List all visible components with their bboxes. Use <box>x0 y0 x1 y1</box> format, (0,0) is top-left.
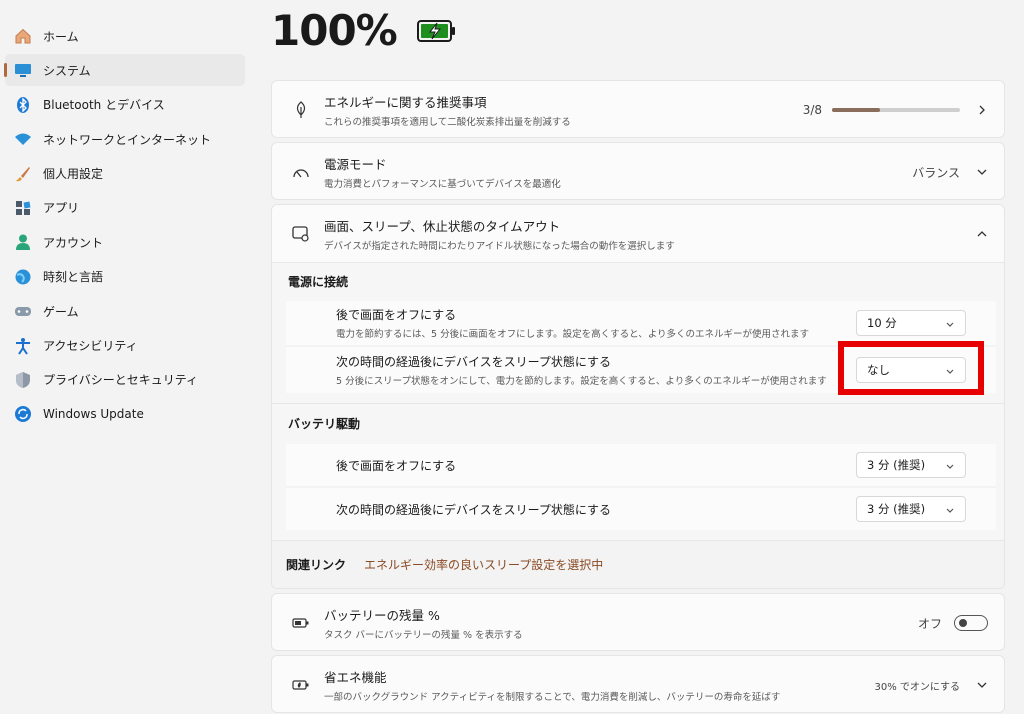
timeout-body: 電源に接続 後で画面をオフにする 電力を節約するには、5 分後に画面をオフにしま… <box>272 263 1004 540</box>
plugged-screen-off-dropdown[interactable]: 10 分 <box>856 310 966 336</box>
highlight-box <box>838 341 984 395</box>
saver-title: 省エネ機能 <box>324 670 387 685</box>
battery-sleep-title: 次の時間の経過後にデバイスをスリープ状態にする <box>336 502 612 517</box>
energy-desc: これらの推奨事項を適用して二酸化炭素排出量を削減する <box>324 117 571 128</box>
battery-screen-off-dropdown[interactable]: 3 分 (推奨) <box>856 452 966 478</box>
power-mode-card[interactable]: 電源モード 電力消費とパフォーマンスに基づいてデバイスを最適化 バランス <box>271 142 1005 200</box>
power-mode-value[interactable]: バランス <box>912 164 960 181</box>
related-links: 関連リンク エネルギー効率の良いスリープ設定を選択中 <box>272 540 1004 588</box>
related-links-label: 関連リンク <box>286 558 347 572</box>
sidebar-item-personalization[interactable]: 個人用設定 <box>5 158 245 190</box>
plugged-screen-off-row: 後で画面をオフにする 電力を節約するには、5 分後に画面をオフにします。設定を高… <box>286 301 996 345</box>
sidebar-item-bluetooth[interactable]: Bluetooth とデバイス <box>5 89 245 121</box>
power-mode-desc: 電力消費とパフォーマンスに基づいてデバイスを最適化 <box>324 179 561 190</box>
battery-saver-icon <box>290 674 312 696</box>
battery-pct-desc: タスク バーにバッテリーの残量 % を表示する <box>324 630 523 641</box>
sidebar-item-system[interactable]: システム <box>4 54 245 87</box>
energy-progress-label: 3/8 <box>802 103 822 117</box>
timeout-title: 画面、スリープ、休止状態のタイムアウト <box>324 218 561 234</box>
battery-pct-toggle[interactable] <box>954 615 988 631</box>
accessibility-icon <box>13 336 33 356</box>
battery-percent: 100% <box>271 6 398 55</box>
sidebar-item-label: Bluetooth とデバイス <box>43 98 165 113</box>
energy-title: エネルギーに関する推奨事項 <box>324 95 487 110</box>
timeout-desc: デバイスが指定された時間にわたりアイドル状態になった場合の動作を選択します <box>324 240 675 252</box>
timeout-card: 画面、スリープ、休止状態のタイムアウト デバイスが指定された時間にわたりアイドル… <box>271 204 1005 589</box>
sidebar-item-accounts[interactable]: アカウント <box>5 226 245 258</box>
system-icon <box>13 60 33 80</box>
sidebar-item-label: 個人用設定 <box>43 167 104 182</box>
chevron-down-icon <box>945 318 955 328</box>
sidebar-item-network[interactable]: ネットワークとインターネット <box>5 123 245 155</box>
saver-desc: 一部のバックグラウンド アクティビティを制限することで、電力消費を削減し、バッテ… <box>324 692 781 703</box>
leaf-icon <box>290 99 312 121</box>
battery-sleep-dropdown[interactable]: 3 分 (推奨) <box>856 496 966 522</box>
chevron-down-icon <box>976 679 988 691</box>
dropdown-value: 3 分 (推奨) <box>867 502 926 516</box>
plugged-sleep-desc: 5 分後にスリープ状態をオンにして、電力を節約します。設定を高くすると、より多く… <box>336 376 827 387</box>
shield-icon <box>13 370 33 390</box>
chevron-down-icon <box>976 166 988 178</box>
sidebar-item-label: ホーム <box>43 29 79 44</box>
saver-value: 30% でオンにする <box>874 681 960 693</box>
sidebar-item-windows-update[interactable]: Windows Update <box>5 398 245 430</box>
battery-charging-icon <box>416 19 457 47</box>
gamepad-icon <box>13 301 33 321</box>
plugged-screen-off-title: 後で画面をオフにする <box>336 308 457 322</box>
sidebar-item-label: ネットワークとインターネット <box>43 132 212 147</box>
plugged-sleep-title: 次の時間の経過後にデバイスをスリープ状態にする <box>336 355 612 369</box>
sidebar-item-label: アカウント <box>43 235 104 250</box>
battery-sleep-row: 次の時間の経過後にデバイスをスリープ状態にする 3 分 (推奨) <box>286 488 996 530</box>
screen-sleep-icon <box>290 223 312 245</box>
sidebar-item-label: アクセシビリティ <box>43 339 138 354</box>
toggle-label: オフ <box>917 616 942 631</box>
account-icon <box>13 232 33 252</box>
sidebar-item-gaming[interactable]: ゲーム <box>5 295 245 327</box>
sidebar-item-label: プライバシーとセキュリティ <box>43 373 199 388</box>
sidebar: ホーム システム Bluetooth とデバイス ネットワークとインターネット … <box>0 20 250 433</box>
timeout-header[interactable]: 画面、スリープ、休止状態のタイムアウト デバイスが指定された時間にわたりアイドル… <box>272 205 1004 263</box>
sidebar-item-apps[interactable]: アプリ <box>5 192 245 224</box>
globe-icon <box>13 267 33 287</box>
chevron-down-icon <box>945 504 955 514</box>
dropdown-value: 3 分 (推奨) <box>867 458 926 472</box>
wifi-icon <box>13 129 33 149</box>
battery-screen-off-row: 後で画面をオフにする 3 分 (推奨) <box>286 444 996 486</box>
chevron-up-icon[interactable] <box>976 228 988 240</box>
battery-pct-title: バッテリーの残量 % <box>324 608 440 623</box>
battery-percentage-card: バッテリーの残量 % タスク バーにバッテリーの残量 % を表示する オフ <box>271 593 1005 651</box>
apps-icon <box>13 198 33 218</box>
home-icon <box>13 26 33 46</box>
sidebar-item-label: Windows Update <box>43 407 144 422</box>
energy-progress-fill <box>832 108 880 112</box>
sidebar-item-time-language[interactable]: 時刻と言語 <box>5 261 245 293</box>
sidebar-item-label: アプリ <box>43 201 80 216</box>
sidebar-item-label: ゲーム <box>43 304 79 319</box>
update-icon <box>13 404 33 424</box>
power-mode-title: 電源モード <box>324 157 387 172</box>
battery-icon <box>290 612 312 634</box>
sidebar-item-privacy[interactable]: プライバシーとセキュリティ <box>5 364 245 396</box>
brush-icon <box>13 164 33 184</box>
battery-heading: バッテリ駆動 <box>288 417 361 431</box>
battery-header: 100% <box>271 6 457 55</box>
sidebar-item-label: 時刻と言語 <box>43 270 104 285</box>
chevron-down-icon <box>945 460 955 470</box>
plugged-screen-off-desc: 電力を節約するには、5 分後に画面をオフにします。設定を高くすると、より多くのエ… <box>336 329 810 340</box>
energy-saver-card[interactable]: 省エネ機能 一部のバックグラウンド アクティビティを制限することで、電力消費を削… <box>271 655 1005 713</box>
dropdown-value: 10 分 <box>867 316 897 330</box>
energy-recommendations-card[interactable]: エネルギーに関する推奨事項 これらの推奨事項を適用して二酸化炭素排出量を削減する… <box>271 80 1005 138</box>
plugged-in-heading: 電源に接続 <box>288 275 349 289</box>
chevron-right-icon <box>976 104 988 116</box>
sidebar-item-label: システム <box>43 63 91 78</box>
battery-screen-off-title: 後で画面をオフにする <box>336 458 457 473</box>
sidebar-item-home[interactable]: ホーム <box>5 20 245 52</box>
bluetooth-icon <box>13 95 33 115</box>
toggle-knob <box>959 619 967 627</box>
related-link-sleep-settings[interactable]: エネルギー効率の良いスリープ設定を選択中 <box>364 556 603 573</box>
energy-progress-bar <box>832 108 960 112</box>
sidebar-item-accessibility[interactable]: アクセシビリティ <box>5 330 245 362</box>
gauge-icon <box>290 161 312 183</box>
